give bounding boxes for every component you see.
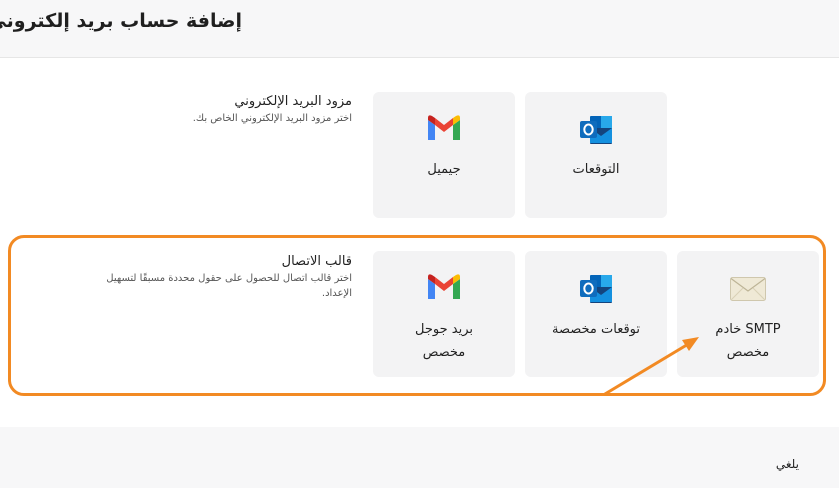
dialog-footer: يلغي (0, 427, 839, 488)
pointer-arrow (603, 337, 699, 396)
cancel-button[interactable]: يلغي (776, 457, 799, 471)
